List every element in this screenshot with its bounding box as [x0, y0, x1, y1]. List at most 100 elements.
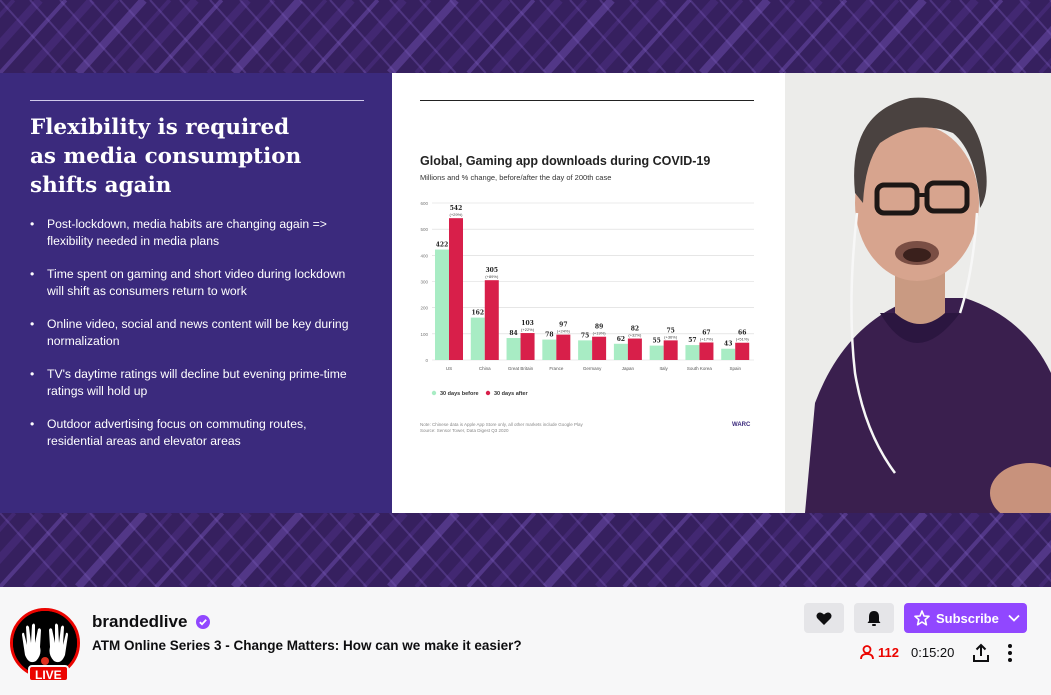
- verified-badge-icon: [196, 615, 210, 629]
- follow-button[interactable]: [804, 603, 844, 633]
- bar-value-label: 75: [581, 332, 589, 339]
- change-label: (+32%): [628, 333, 642, 338]
- legend-swatch: [431, 390, 437, 396]
- bar-before: [721, 348, 736, 360]
- legend-label: 30 days after: [494, 391, 528, 397]
- change-label: (+17%): [700, 336, 714, 341]
- y-tick-label: 500: [420, 227, 428, 232]
- bar-before: [578, 340, 593, 360]
- x-tick-label: France: [549, 366, 564, 371]
- slide-title: Flexibility is required as media consump…: [30, 115, 302, 198]
- legend-swatch: [485, 390, 491, 396]
- video-player[interactable]: Flexibility is required as media consump…: [0, 0, 1051, 587]
- live-badge: LIVE: [28, 665, 69, 682]
- bar-value-label: 422: [436, 242, 449, 249]
- bar-value-label: 89: [595, 324, 603, 331]
- change-label: (+29%): [449, 212, 463, 217]
- bar-after: [592, 336, 607, 360]
- y-tick-label: 200: [420, 306, 428, 311]
- x-tick-label: US: [446, 366, 452, 371]
- bar-value-label: 84: [509, 330, 517, 337]
- chart-divider: [420, 100, 754, 101]
- bar-value-label: 162: [472, 310, 485, 317]
- chart-title: Global, Gaming app downloads during COVI…: [420, 154, 711, 168]
- bar-before: [613, 343, 628, 360]
- change-label: (+51%): [736, 337, 750, 342]
- subscribe-button[interactable]: Subscribe: [904, 603, 1027, 633]
- chevron-down-icon: [1008, 614, 1020, 622]
- slide-bullet: Post-lockdown, media habits are changing…: [30, 216, 360, 250]
- viewer-count-number: 112: [878, 645, 899, 660]
- share-icon[interactable]: [971, 643, 991, 663]
- bar-after: [663, 340, 678, 360]
- y-tick-label: 400: [420, 253, 428, 258]
- bar-value-label: 82: [631, 326, 639, 333]
- bell-icon: [867, 611, 881, 626]
- slide-bullet: Outdoor advertising focus on commuting r…: [30, 416, 360, 450]
- bar-before: [435, 249, 449, 360]
- chart-subtitle: Millions and % change, before/after the …: [420, 173, 612, 182]
- bar-value-label: 43: [724, 341, 732, 348]
- bar-after: [627, 338, 642, 360]
- viewers-icon: [860, 645, 874, 660]
- bar-before: [470, 317, 485, 360]
- x-tick-label: Germany: [583, 366, 602, 371]
- stream-title: ATM Online Series 3 - Change Matters: Ho…: [92, 638, 522, 653]
- slide-bullet: Online video, social and news content wi…: [30, 316, 360, 350]
- bar-chart: 0100200300400500600422542(+29%)US162305(…: [420, 201, 754, 397]
- bar-value-label: 75: [666, 327, 674, 334]
- bar-value-label: 97: [559, 322, 567, 329]
- slide-bullet: Time spent on gaming and short video dur…: [30, 266, 360, 300]
- notifications-button[interactable]: [854, 603, 894, 633]
- stream-uptime: 0:15:20: [911, 645, 955, 660]
- y-tick-label: 100: [420, 332, 428, 337]
- presenter-image: [785, 73, 1051, 513]
- background-pattern-bottom: [0, 513, 1051, 587]
- bar-value-label: 103: [521, 320, 534, 327]
- x-tick-label: Japan: [622, 366, 635, 371]
- heart-icon: [816, 611, 832, 625]
- stream-info-bar: LIVE brandedlive ATM Online Series 3 - C…: [0, 587, 1051, 695]
- bar-after: [735, 342, 750, 360]
- slide-text-panel: Flexibility is required as media consump…: [0, 73, 392, 513]
- bar-value-label: 62: [617, 336, 625, 343]
- bar-before: [685, 345, 700, 360]
- bar-value-label: 55: [652, 338, 660, 345]
- star-icon: [914, 610, 930, 626]
- bar-value-label: 305: [486, 267, 499, 274]
- bar-after: [484, 280, 499, 360]
- bar-value-label: 542: [450, 205, 463, 212]
- slide-bullet: TV's daytime ratings will decline but ev…: [30, 366, 360, 400]
- legend-label: 30 days before: [440, 391, 479, 397]
- bar-before: [506, 338, 521, 360]
- chart-source-note: Note: Chinese data is Apple App Store on…: [420, 422, 583, 433]
- bar-value-label: 67: [702, 329, 710, 336]
- x-tick-label: China: [479, 366, 491, 371]
- bar-after: [520, 333, 535, 360]
- presenter-webcam: [785, 73, 1051, 513]
- bar-value-label: 78: [545, 332, 553, 339]
- slide-bullet-list: Post-lockdown, media habits are changing…: [30, 216, 360, 466]
- x-tick-label: South Korea: [687, 366, 713, 371]
- slide-divider: [30, 100, 364, 101]
- slide-chart-panel: Global, Gaming app downloads during COVI…: [392, 73, 785, 513]
- x-tick-label: Italy: [660, 366, 669, 371]
- channel-name[interactable]: brandedlive: [92, 612, 187, 632]
- bar-after: [556, 334, 571, 360]
- more-options-icon[interactable]: [1002, 643, 1018, 663]
- viewer-count: 112: [860, 645, 899, 660]
- bar-after: [449, 218, 463, 360]
- bar-after: [699, 342, 714, 360]
- y-tick-label: 0: [425, 358, 428, 363]
- change-label: (+36%): [664, 334, 678, 339]
- change-label: (+22%): [521, 327, 535, 332]
- change-label: (+24%): [557, 329, 571, 334]
- y-tick-label: 600: [420, 201, 428, 206]
- y-tick-label: 300: [420, 280, 428, 285]
- bar-value-label: 57: [688, 337, 696, 344]
- warc-logo: WARC: [732, 422, 751, 428]
- change-label: (+89%): [485, 274, 499, 279]
- bar-before: [542, 339, 557, 360]
- x-tick-label: Spain: [729, 366, 741, 371]
- bar-before: [649, 345, 664, 360]
